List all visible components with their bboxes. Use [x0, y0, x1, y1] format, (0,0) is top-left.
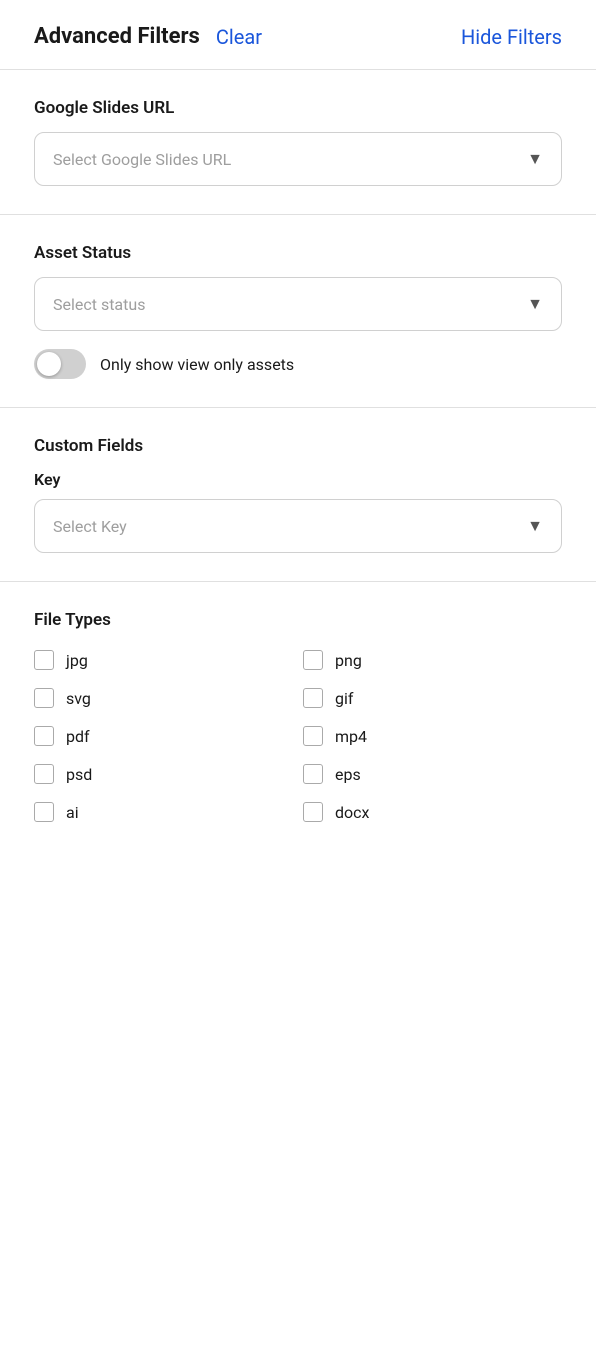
page-title: Advanced Filters: [34, 24, 200, 49]
file-type-label: eps: [335, 765, 361, 784]
file-type-item[interactable]: pdf: [34, 726, 293, 746]
checkbox-eps[interactable]: [303, 764, 323, 784]
file-types-grid: jpg png svg gif pdf mp4 psd eps: [34, 650, 562, 822]
google-slides-dropdown[interactable]: Select Google Slides URL ▼: [34, 132, 562, 186]
view-only-label: Only show view only assets: [100, 355, 294, 374]
file-type-item[interactable]: png: [303, 650, 562, 670]
file-type-label: docx: [335, 803, 369, 822]
file-type-label: ai: [66, 803, 79, 822]
checkbox-png[interactable]: [303, 650, 323, 670]
key-dropdown[interactable]: Select Key ▼: [34, 499, 562, 553]
asset-status-section: Asset Status Select status ▼ Only show v…: [0, 215, 596, 407]
checkbox-psd[interactable]: [34, 764, 54, 784]
hide-filters-button[interactable]: Hide Filters: [461, 25, 562, 49]
file-type-item[interactable]: mp4: [303, 726, 562, 746]
file-type-label: png: [335, 651, 362, 670]
file-type-label: psd: [66, 765, 92, 784]
file-type-label: svg: [66, 689, 91, 708]
chevron-down-icon: ▼: [527, 516, 543, 536]
google-slides-placeholder: Select Google Slides URL: [53, 150, 231, 169]
checkbox-mp4[interactable]: [303, 726, 323, 746]
header: Advanced Filters Clear Hide Filters: [0, 0, 596, 69]
file-type-item[interactable]: ai: [34, 802, 293, 822]
key-placeholder: Select Key: [53, 517, 127, 536]
checkbox-gif[interactable]: [303, 688, 323, 708]
file-type-label: gif: [335, 689, 353, 708]
file-type-item[interactable]: eps: [303, 764, 562, 784]
file-type-label: pdf: [66, 727, 90, 746]
checkbox-jpg[interactable]: [34, 650, 54, 670]
file-type-item[interactable]: jpg: [34, 650, 293, 670]
file-type-label: jpg: [66, 651, 88, 670]
chevron-down-icon: ▼: [527, 294, 543, 314]
view-only-toggle-row: Only show view only assets: [34, 349, 562, 379]
key-label: Key: [34, 470, 562, 489]
clear-button[interactable]: Clear: [216, 25, 262, 49]
asset-status-placeholder: Select status: [53, 295, 145, 314]
google-slides-label: Google Slides URL: [34, 98, 562, 118]
file-type-item[interactable]: docx: [303, 802, 562, 822]
checkbox-docx[interactable]: [303, 802, 323, 822]
asset-status-dropdown[interactable]: Select status ▼: [34, 277, 562, 331]
custom-fields-section: Custom Fields Key Select Key ▼: [0, 408, 596, 581]
toggle-knob: [37, 352, 61, 376]
file-type-label: mp4: [335, 727, 367, 746]
file-type-item[interactable]: psd: [34, 764, 293, 784]
file-type-item[interactable]: gif: [303, 688, 562, 708]
checkbox-svg[interactable]: [34, 688, 54, 708]
asset-status-label: Asset Status: [34, 243, 562, 263]
chevron-down-icon: ▼: [527, 149, 543, 169]
file-type-item[interactable]: svg: [34, 688, 293, 708]
google-slides-section: Google Slides URL Select Google Slides U…: [0, 70, 596, 214]
view-only-toggle[interactable]: [34, 349, 86, 379]
file-types-label: File Types: [34, 610, 562, 630]
custom-fields-label: Custom Fields: [34, 436, 562, 456]
checkbox-pdf[interactable]: [34, 726, 54, 746]
checkbox-ai[interactable]: [34, 802, 54, 822]
file-types-section: File Types jpg png svg gif pdf mp4: [0, 582, 596, 850]
